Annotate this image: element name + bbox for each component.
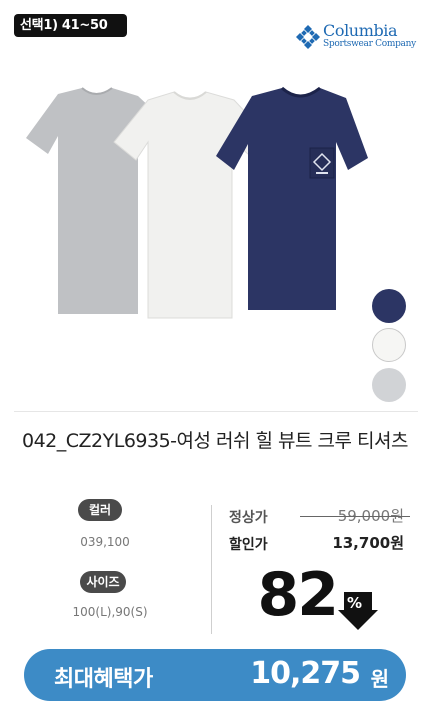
color-swatch-gray[interactable] [372,368,406,402]
discount-rate: 82 [257,560,340,630]
percent-symbol: % [347,594,363,612]
selection-badge: 선택1) 41~50 [14,14,127,37]
size-option-label: 사이즈 [80,571,126,593]
size-option-value: 100(L),90(S) [72,605,148,619]
color-swatch-navy[interactable] [372,289,406,323]
brand-logo: Columbia Sportswear Company [295,21,416,54]
color-option-label: 컬러 [78,499,122,521]
brand-name: Columbia [323,21,398,40]
sale-price-value: 13,700원 [332,534,404,552]
regular-price-label: 정상가 [229,510,268,526]
product-card[interactable]: 선택1) 41~50 Columbia Sportswear Company 0… [0,0,430,720]
color-swatch-white[interactable] [372,328,406,362]
product-title[interactable]: 042_CZ2YL6935-여성 러쉬 힐 뷰트 크루 티셔츠 [20,428,410,454]
max-benefit-price: 10,275 [250,656,361,691]
section-divider [14,411,418,412]
brand-subtitle: Sportswear Company [323,39,416,49]
columbia-diamond-icon [296,25,320,49]
vertical-divider [211,505,212,634]
strikethrough-line [300,516,410,517]
sale-price-label: 할인가 [229,537,268,553]
color-option-value: 039,100 [80,535,130,549]
max-benefit-unit: 원 [370,667,389,691]
max-benefit-label: 최대혜택가 [54,667,153,692]
tshirt-product-image[interactable] [20,86,370,322]
max-benefit-price-bar[interactable]: 최대혜택가 10,275 원 [24,649,406,701]
